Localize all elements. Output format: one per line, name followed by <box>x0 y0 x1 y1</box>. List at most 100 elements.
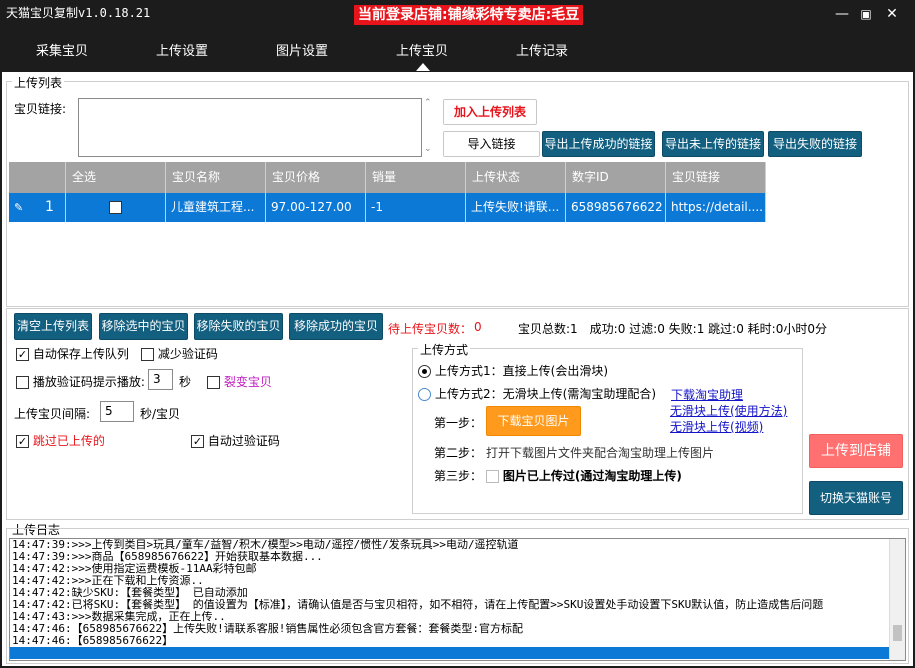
row-checkbox-cell[interactable] <box>66 193 166 222</box>
log-line: 14:47:43:>>>数据采集完成，正在上传.. <box>12 611 226 623</box>
captcha-seconds-input[interactable]: 3 <box>148 369 173 390</box>
interval-unit: 秒/宝贝 <box>140 407 181 421</box>
reduce-captcha-option[interactable]: 减少验证码 <box>141 345 218 362</box>
clear-list-button[interactable]: 清空上传列表 <box>14 313 92 340</box>
active-tab-indicator <box>416 63 430 71</box>
fission-checkbox[interactable] <box>207 376 220 389</box>
skip-uploaded-option[interactable]: ✓ 跳过已上传的 <box>16 432 105 449</box>
cell-name: 儿童建筑工程... <box>166 193 266 222</box>
maximize-icon[interactable]: ▣ <box>858 6 874 22</box>
log-line: 14:47:42:已将SKU:【套餐类型】 的值设置为【标准】，请确认值是否与宝… <box>12 599 824 611</box>
row-checkbox[interactable] <box>109 201 122 214</box>
upload-grid: 全选 宝贝名称 宝贝价格 销量 上传状态 数字ID 宝贝链接 ✎ 1 儿童建筑工… <box>9 162 769 222</box>
add-to-list-button[interactable]: 加入上传列表 <box>443 99 537 125</box>
minimize-icon[interactable]: — <box>834 6 850 22</box>
captcha-sound-checkbox[interactable] <box>16 376 29 389</box>
step1-label: 第一步： <box>434 416 483 430</box>
usage-link[interactable]: 无滑块上传(使用方法) <box>670 402 787 419</box>
log-scrollbar[interactable] <box>889 539 905 660</box>
step3-option[interactable]: 图片已上传过(通过淘宝助理上传) <box>486 467 682 484</box>
log-line: 14:47:42:>>>正在下载和上传资源.. <box>12 575 204 587</box>
fission-option[interactable]: 裂变宝贝 <box>207 373 272 390</box>
grid-header-id[interactable]: 数字ID <box>566 162 666 193</box>
row-index: 1 <box>45 199 54 215</box>
tab-upload-history[interactable]: 上传记录 <box>516 40 568 59</box>
tab-upload-settings[interactable]: 上传设置 <box>156 40 208 59</box>
step2-label: 第二步： <box>434 446 483 460</box>
remove-selected-button[interactable]: 移除选中的宝贝 <box>99 313 188 340</box>
step3-checkbox[interactable] <box>486 470 499 483</box>
edit-pencil-icon: ✎ <box>14 201 24 214</box>
method1-label: 上传方式1：直接上传(会出滑块) <box>435 364 608 378</box>
download-assistant-link[interactable]: 下载淘宝助理 <box>671 386 743 403</box>
table-row-header[interactable]: ✎ 1 <box>9 193 66 222</box>
log-line: 14:47:39:>>>上传到类目>玩具/童车/益智/积木/模型>>电动/遥控/… <box>12 539 519 551</box>
upload-page: 上传列表 宝贝链接: ⌃ ⌄ 加入上传列表 导入链接 导出上传成功的链接 导出未… <box>2 72 913 666</box>
auto-save-option[interactable]: ✓ 自动保存上传队列 <box>16 345 129 362</box>
remove-success-button[interactable]: 移除成功的宝贝 <box>289 313 383 340</box>
video-link[interactable]: 无滑块上传(视频) <box>670 418 763 435</box>
store-banner: 当前登录店铺:铺缘彩特专卖店:毛豆 <box>354 5 584 25</box>
export-success-button[interactable]: 导出上传成功的链接 <box>542 131 655 157</box>
grid-header-url[interactable]: 宝贝链接 <box>666 162 766 193</box>
step2-text: 打开下载图片文件夹配合淘宝助理上传图片 <box>486 446 715 460</box>
app-title: 天猫宝贝复制v1.0.18.21 <box>6 6 151 20</box>
url-label: 宝贝链接: <box>14 102 67 116</box>
interval-input[interactable]: 5 <box>100 401 134 422</box>
grid-header-select-all[interactable]: 全选 <box>66 162 166 193</box>
reduce-captcha-label: 减少验证码 <box>157 347 218 361</box>
tab-collect[interactable]: 采集宝贝 <box>36 40 88 59</box>
cell-url: https://detail.... <box>666 193 766 222</box>
export-failed-button[interactable]: 导出失败的链接 <box>768 131 862 157</box>
chevron-down-icon[interactable]: ⌄ <box>424 144 432 154</box>
chevron-up-icon[interactable]: ⌃ <box>424 98 432 108</box>
upload-list-group-label: 上传列表 <box>12 74 65 91</box>
step3-checkbox-label: 图片已上传过(通过淘宝助理上传) <box>502 469 682 483</box>
auto-save-checkbox[interactable]: ✓ <box>16 348 29 361</box>
auto-save-label: 自动保存上传队列 <box>32 347 129 361</box>
seconds-unit: 秒 <box>179 375 192 389</box>
log-selected-line <box>10 647 889 659</box>
log-line: 14:47:42:缺少SKU:【套餐类型】 已自动添加 <box>12 587 248 599</box>
export-not-uploaded-button[interactable]: 导出未上传的链接 <box>662 131 764 157</box>
upload-method-group-label: 上传方式 <box>418 341 471 358</box>
cell-id: 658985676622 <box>566 193 666 222</box>
captcha-sound-option[interactable]: 播放验证码提示播放: <box>16 373 145 390</box>
title-bar: 天猫宝贝复制v1.0.18.21 当前登录店铺:铺缘彩特专卖店:毛豆 — ▣ ✕ <box>0 0 915 30</box>
grid-header-status[interactable]: 上传状态 <box>466 162 566 193</box>
method1-option[interactable]: 上传方式1：直接上传(会出滑块) <box>418 362 608 379</box>
stats-text: 宝贝总数:1 成功:0 过滤:0 失败:1 跳过:0 耗时:0小时0分 <box>518 322 827 336</box>
log-line: 14:47:46:【658985676622】 <box>12 635 174 647</box>
method2-option[interactable]: 上传方式2：无滑块上传(需淘宝助理配合) <box>418 385 656 402</box>
grid-header-name[interactable]: 宝贝名称 <box>166 162 266 193</box>
skip-uploaded-checkbox[interactable]: ✓ <box>16 435 29 448</box>
cell-price: 97.00-127.00 <box>266 193 366 222</box>
fission-label: 裂变宝贝 <box>223 375 272 389</box>
switch-account-button[interactable]: 切换天猫账号 <box>809 481 903 515</box>
nav-bar: 采集宝贝 上传设置 图片设置 上传宝贝 上传记录 <box>0 30 915 72</box>
download-images-button[interactable]: 下载宝贝图片 <box>486 406 581 436</box>
grid-header-sales[interactable]: 销量 <box>366 162 466 193</box>
log-line: 14:47:42:>>>使用指定运费模板-11AA彩特包邮 <box>12 563 257 575</box>
method2-radio[interactable] <box>418 388 431 401</box>
interval-label: 上传宝贝间隔: <box>14 407 91 421</box>
log-scroll-thumb[interactable] <box>893 625 902 641</box>
auto-captcha-label: 自动过验证码 <box>207 434 280 448</box>
method1-radio[interactable] <box>418 365 431 378</box>
grid-header-price[interactable]: 宝贝价格 <box>266 162 366 193</box>
log-line: 14:47:46:【658985676622】上传失败!请联系客服!销售属性必须… <box>12 623 523 635</box>
tab-image-settings[interactable]: 图片设置 <box>276 40 328 59</box>
url-textarea[interactable] <box>78 98 422 157</box>
cell-sales: -1 <box>366 193 466 222</box>
tab-upload[interactable]: 上传宝贝 <box>396 40 448 59</box>
import-links-button[interactable]: 导入链接 <box>443 131 540 157</box>
auto-captcha-option[interactable]: ✓ 自动过验证码 <box>191 432 280 449</box>
upload-to-store-button[interactable]: 上传到店铺 <box>809 434 903 468</box>
auto-captcha-checkbox[interactable]: ✓ <box>191 435 204 448</box>
reduce-captcha-checkbox[interactable] <box>141 348 154 361</box>
remove-failed-button[interactable]: 移除失败的宝贝 <box>194 313 283 340</box>
upload-log[interactable]: 14:47:39:>>>上传到类目>玩具/童车/益智/积木/模型>>电动/遥控/… <box>9 538 906 661</box>
pending-count-label: 待上传宝贝数： <box>388 322 473 336</box>
captcha-sound-label: 播放验证码提示播放: <box>32 375 145 389</box>
close-icon[interactable]: ✕ <box>884 6 900 22</box>
